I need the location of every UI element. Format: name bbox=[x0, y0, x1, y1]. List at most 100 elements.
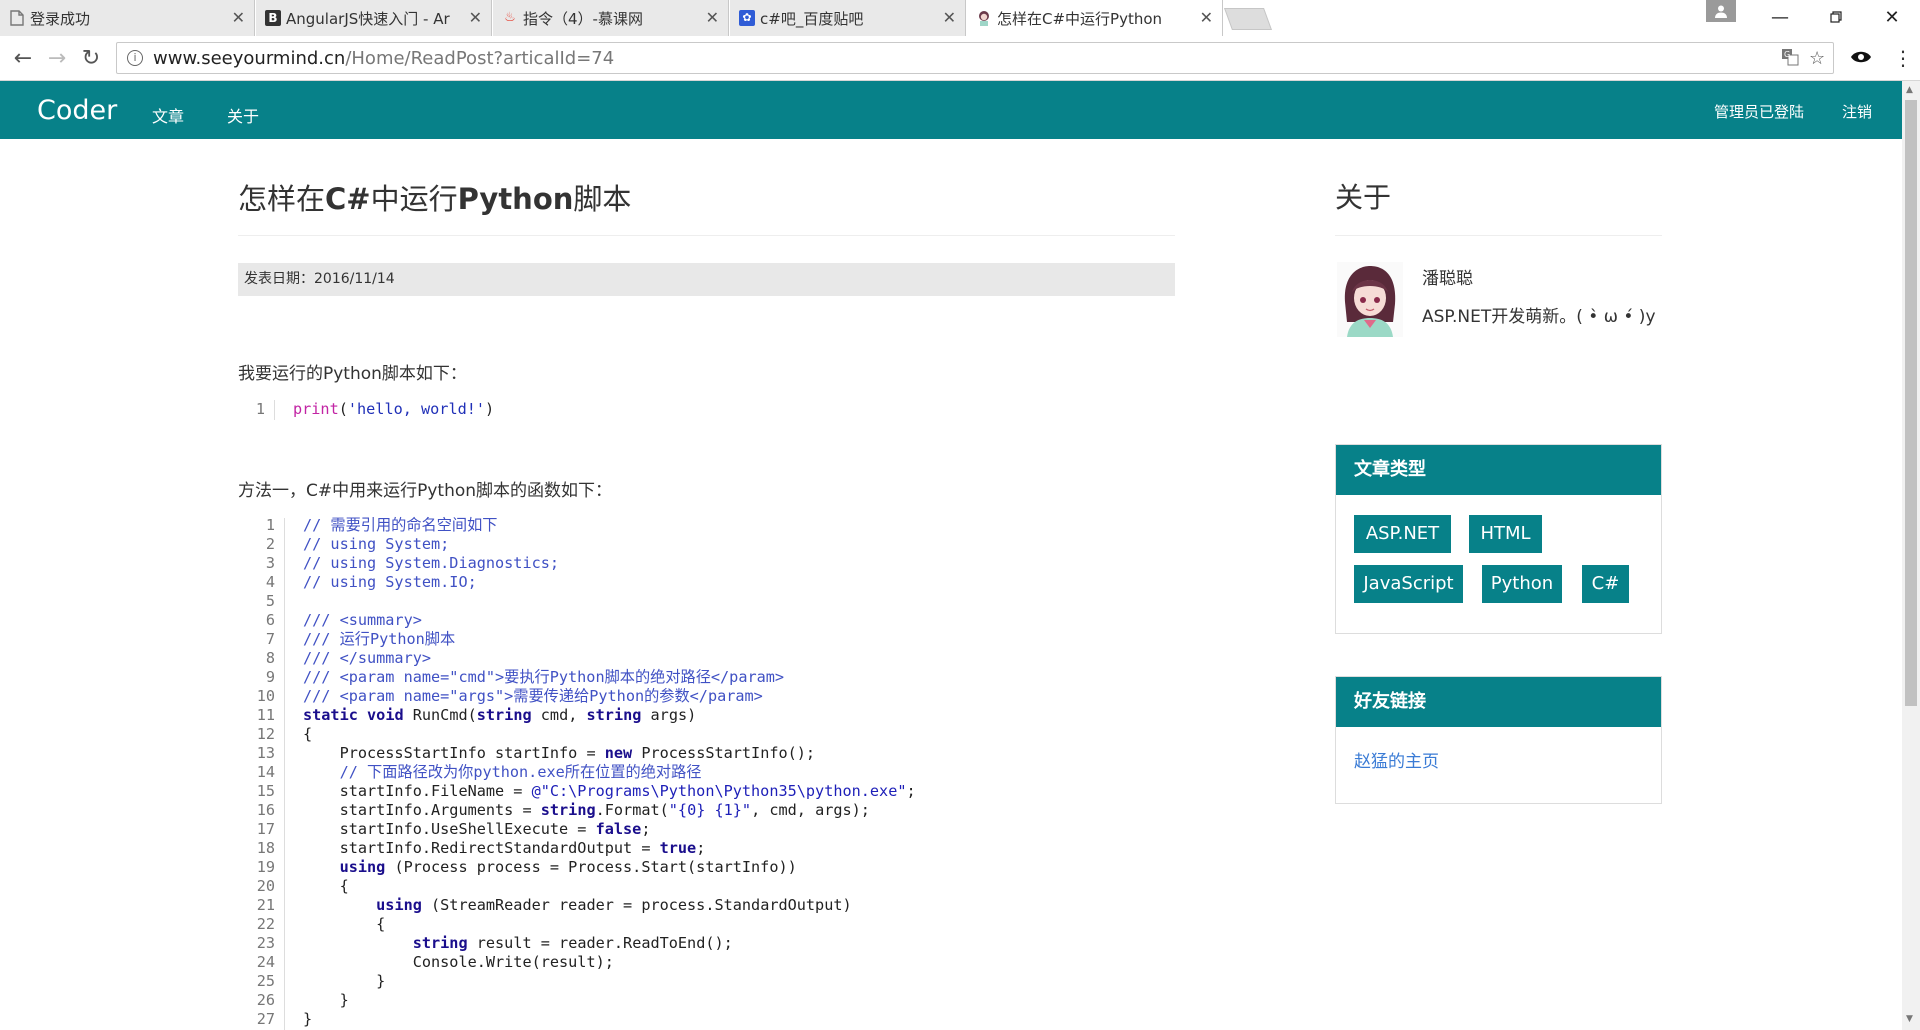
browser-tab-2[interactable]: B AngularJS快速入门 - Ar ✕ bbox=[256, 0, 492, 36]
title-part: Python bbox=[457, 182, 574, 216]
code-text: { bbox=[303, 877, 349, 895]
line-number: 10 bbox=[256, 687, 275, 705]
code-text: ProcessStartInfo startInfo = new Process… bbox=[303, 744, 816, 762]
line-number: 19 bbox=[256, 858, 275, 876]
new-tab-button[interactable] bbox=[1223, 8, 1273, 30]
line-number: 25 bbox=[256, 972, 275, 990]
window-close-icon[interactable]: ✕ bbox=[1864, 0, 1920, 34]
line-number: 8 bbox=[265, 649, 275, 667]
line-number: 20 bbox=[256, 877, 275, 895]
line-number: 24 bbox=[256, 953, 275, 971]
scroll-down-arrow-icon[interactable]: ▼ bbox=[1906, 1014, 1913, 1024]
line-number: 22 bbox=[256, 915, 275, 933]
nav-link-about[interactable]: 关于 bbox=[227, 103, 259, 127]
nav-link-articles[interactable]: 文章 bbox=[152, 103, 184, 127]
page-icon bbox=[9, 10, 25, 26]
admin-login-status[interactable]: 管理员已登陆 bbox=[1714, 101, 1804, 122]
eye-extension-icon[interactable] bbox=[1850, 46, 1872, 70]
logout-link[interactable]: 注销 bbox=[1842, 101, 1872, 122]
code-text: startInfo.RedirectStandardOutput = true; bbox=[303, 839, 706, 857]
tab-title: c#吧_百度贴吧 bbox=[760, 9, 864, 28]
browser-tab-strip: 登录成功 ✕ B AngularJS快速入门 - Ar ✕ ♨ 指令（4）-慕课… bbox=[0, 0, 1920, 36]
line-number: 21 bbox=[256, 896, 275, 914]
code-text: { bbox=[303, 725, 313, 743]
email-button[interactable]: Email bbox=[1335, 356, 1444, 398]
categories-heading: 文章类型 bbox=[1336, 445, 1661, 495]
category-tag[interactable]: C# bbox=[1582, 565, 1629, 603]
tab-title: AngularJS快速入门 - Ar bbox=[286, 9, 450, 28]
flame-icon: ♨ bbox=[504, 10, 516, 25]
translate-icon[interactable]: G bbox=[1781, 48, 1799, 71]
code-text: /// <param name="cmd">要执行Python脚本的绝对路径</… bbox=[303, 668, 785, 686]
code-text: { bbox=[303, 915, 386, 933]
line-number: 3 bbox=[265, 554, 275, 572]
line-number: 17 bbox=[256, 820, 275, 838]
line-number: 23 bbox=[256, 934, 275, 952]
line-number: 11 bbox=[256, 706, 275, 724]
star-icon[interactable]: ☆ bbox=[1809, 48, 1825, 69]
paw-icon: ✿ bbox=[739, 10, 755, 26]
author-name: 潘聪聪 bbox=[1422, 269, 1473, 289]
code-gutter-line bbox=[284, 518, 285, 1030]
browser-tab-5-active[interactable]: 怎样在C#中运行Python ✕ bbox=[967, 0, 1223, 36]
line-number: 13 bbox=[256, 744, 275, 762]
code-text: // 下面路径改为你python.exe所在位置的绝对路径 bbox=[303, 763, 702, 781]
author-avatar bbox=[1337, 262, 1403, 337]
categories-panel: 文章类型 ASP.NET HTML JavaScript Python C# bbox=[1335, 444, 1662, 634]
code-text: using (StreamReader reader = process.Sta… bbox=[376, 896, 852, 914]
code-text: /// <summary> bbox=[303, 611, 422, 629]
github-button[interactable]: GitHub bbox=[1444, 356, 1553, 398]
code-text: // 需要引用的命名空间如下 bbox=[303, 516, 498, 534]
back-icon[interactable]: ← bbox=[10, 46, 36, 72]
browser-tab-4[interactable]: ✿ c#吧_百度贴吧 ✕ bbox=[730, 0, 966, 36]
close-icon[interactable]: ✕ bbox=[706, 9, 719, 27]
url-host: www.seeyourmind.cn bbox=[153, 48, 346, 69]
url-path: /Home/ReadPost?articalId=74 bbox=[345, 48, 615, 69]
address-bar[interactable]: i www.seeyourmind.cn/Home/ReadPost?artic… bbox=[116, 42, 1834, 74]
title-part: C# bbox=[325, 182, 371, 216]
restore-icon[interactable] bbox=[1808, 0, 1864, 34]
menu-icon[interactable]: ⋮ bbox=[1893, 46, 1913, 70]
browser-tab-1[interactable]: 登录成功 ✕ bbox=[0, 0, 255, 36]
line-number: 5 bbox=[265, 592, 275, 610]
line-number: 4 bbox=[265, 573, 275, 591]
minimize-icon[interactable]: — bbox=[1752, 0, 1808, 34]
line-number: 27 bbox=[256, 1010, 275, 1028]
category-tag[interactable]: Python bbox=[1482, 565, 1562, 603]
forward-icon[interactable]: → bbox=[44, 46, 70, 72]
scroll-up-arrow-icon[interactable]: ▲ bbox=[1906, 85, 1913, 95]
line-number: 16 bbox=[256, 801, 275, 819]
code-text: /// 运行Python脚本 bbox=[303, 630, 456, 648]
title-part: 脚本 bbox=[573, 182, 632, 216]
article-title: 怎样在C#中运行Python脚本 bbox=[238, 176, 631, 218]
code-text: // using System.IO; bbox=[303, 573, 477, 591]
tab-title: 怎样在C#中运行Python bbox=[997, 9, 1163, 28]
code-gutter-line bbox=[274, 400, 275, 420]
weibo-button[interactable]: 微博 bbox=[1553, 356, 1662, 398]
info-icon[interactable]: i bbox=[127, 50, 143, 66]
tab-title: 登录成功 bbox=[30, 9, 91, 28]
site-brand[interactable]: Coder bbox=[37, 95, 117, 126]
close-icon[interactable]: ✕ bbox=[943, 9, 956, 27]
reload-icon[interactable]: ↻ bbox=[78, 46, 104, 72]
category-tag[interactable]: ASP.NET bbox=[1354, 515, 1451, 553]
line-number: 15 bbox=[256, 782, 275, 800]
close-icon[interactable]: ✕ bbox=[1200, 9, 1213, 27]
close-icon[interactable]: ✕ bbox=[469, 9, 482, 27]
friend-links-panel: 好友链接 赵猛的主页 bbox=[1335, 676, 1662, 804]
line-number: 26 bbox=[256, 991, 275, 1009]
code-text: } bbox=[303, 991, 349, 1009]
close-icon[interactable]: ✕ bbox=[232, 9, 245, 27]
category-tag[interactable]: HTML bbox=[1469, 515, 1542, 553]
profile-icon[interactable] bbox=[1706, 0, 1736, 22]
category-tag[interactable]: JavaScript bbox=[1354, 565, 1463, 603]
browser-tab-3[interactable]: ♨ 指令（4）-慕课网 ✕ bbox=[493, 0, 729, 36]
friend-links-heading: 好友链接 bbox=[1336, 677, 1661, 727]
about-heading: 关于 bbox=[1335, 181, 1392, 214]
code-text: } bbox=[303, 1010, 313, 1028]
url-text[interactable]: www.seeyourmind.cn/Home/ReadPost?artical… bbox=[153, 48, 614, 69]
code-text: startInfo.Arguments = string.Format("{0}… bbox=[303, 801, 870, 819]
scrollbar-thumb[interactable] bbox=[1905, 100, 1917, 706]
intro-paragraph-2: 方法一，C#中用来运行Python脚本的函数如下： bbox=[238, 481, 613, 501]
friend-link[interactable]: 赵猛的主页 bbox=[1354, 747, 1439, 772]
